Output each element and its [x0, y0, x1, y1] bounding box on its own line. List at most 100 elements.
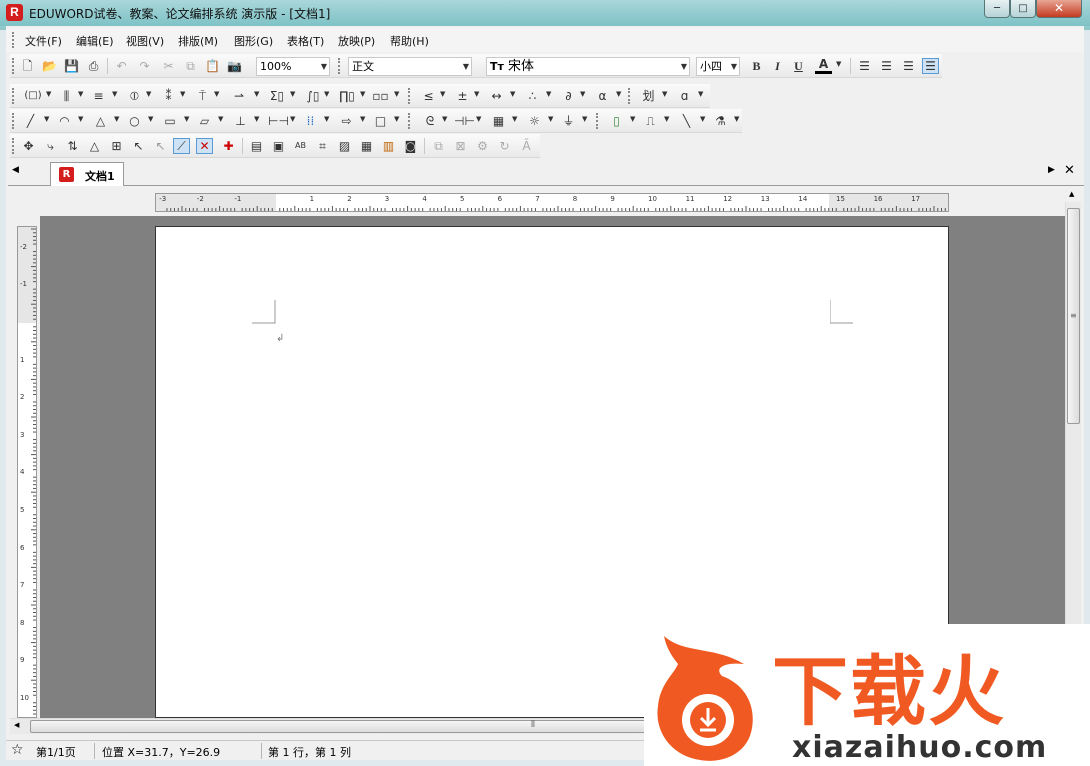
open-folder-icon[interactable]: 📂: [41, 58, 58, 74]
rod-tool-icon[interactable]: ╲: [678, 113, 695, 129]
menu-view[interactable]: 视图(V): [126, 33, 164, 49]
scroll-up-icon[interactable]: ▲: [1069, 190, 1074, 198]
grid-tool-icon[interactable]: ⁞⁞: [302, 113, 319, 129]
chevron-down-icon[interactable]: ▼: [664, 115, 669, 123]
insert-frame-icon[interactable]: ▣: [270, 138, 287, 154]
chevron-down-icon[interactable]: ▼: [146, 90, 151, 98]
menu-graphics[interactable]: 图形(G): [234, 33, 273, 49]
beaker-tool-icon[interactable]: ▯: [608, 113, 625, 129]
text-effect-disabled-icon[interactable]: Ā: [518, 138, 535, 154]
group-disabled-icon[interactable]: ⧉: [430, 138, 447, 154]
align-center-icon[interactable]: ☰: [878, 58, 895, 74]
menubar-grip[interactable]: [12, 32, 16, 48]
align-justify-icon[interactable]: ☰: [922, 58, 939, 74]
vertical-scroll-thumb[interactable]: ≡: [1067, 208, 1080, 424]
calculus-symbols-icon[interactable]: ∂: [560, 88, 577, 104]
ground-tool-icon[interactable]: ⏚: [560, 113, 577, 129]
font-size-select[interactable]: 小四 ▼: [696, 57, 740, 76]
alpha-symbol-icon[interactable]: ɑ: [676, 88, 693, 104]
chevron-down-icon[interactable]: ▼: [214, 90, 219, 98]
toolbar-grip[interactable]: [12, 88, 16, 104]
greek-symbols-icon[interactable]: α: [594, 88, 611, 104]
toolbar-grip[interactable]: [12, 138, 16, 154]
cuboid-tool-icon[interactable]: ▱: [196, 113, 213, 129]
spring-tool-icon[interactable]: ᘓ: [420, 113, 440, 129]
chevron-down-icon[interactable]: ▼: [836, 60, 841, 68]
summation-template-icon[interactable]: Σ▯: [266, 88, 288, 104]
select-group-icon[interactable]: ⊞: [108, 138, 125, 154]
chevron-down-icon[interactable]: ▼: [630, 115, 635, 123]
block-arrow-tool-icon[interactable]: ⇨: [338, 113, 355, 129]
operator-symbols-icon[interactable]: ±: [454, 88, 471, 104]
arrow-template-icon[interactable]: ⇀: [228, 88, 250, 104]
axes-tool-icon[interactable]: ⊥: [232, 113, 249, 129]
paragraph-style-select[interactable]: 正文 ▼: [348, 57, 472, 76]
new-document-icon[interactable]: 🗋: [19, 58, 36, 74]
menu-slideshow[interactable]: 放映(P): [338, 33, 375, 49]
chevron-down-icon[interactable]: ▼: [254, 90, 259, 98]
toolbar-grip[interactable]: [12, 113, 16, 129]
select-vertical-icon[interactable]: ⇅: [64, 138, 81, 154]
integral-template-icon[interactable]: ∫▯: [302, 88, 324, 104]
frame-tool-icon[interactable]: □: [372, 113, 389, 129]
rotate-disabled-icon[interactable]: ↻: [496, 138, 513, 154]
capacitor-tool-icon[interactable]: ⊣⊢: [454, 113, 475, 129]
chevron-down-icon[interactable]: ▼: [44, 115, 49, 123]
scroll-left-icon[interactable]: ◀: [14, 721, 19, 729]
chevron-down-icon[interactable]: ▼: [512, 115, 517, 123]
redo-icon[interactable]: ↷: [136, 58, 153, 74]
chevron-down-icon[interactable]: ▼: [254, 115, 259, 123]
chevron-down-icon[interactable]: ▼: [474, 90, 479, 98]
chevron-down-icon[interactable]: ▼: [112, 90, 117, 98]
pointer-disabled-icon[interactable]: ↖: [152, 138, 169, 154]
chevron-down-icon[interactable]: ▼: [46, 90, 51, 98]
chevron-down-icon[interactable]: ▼: [698, 90, 703, 98]
horizontal-ruler[interactable]: -3 -2 -1 1 2 3 4 5 6 7 8 9 10 11 12 13 14 15 16 17: [155, 193, 949, 212]
chevron-down-icon[interactable]: ▼: [290, 115, 295, 123]
stand-tool-icon[interactable]: ⚗: [712, 113, 729, 129]
chevron-down-icon[interactable]: ▼: [616, 90, 621, 98]
menu-help[interactable]: 帮助(H): [390, 33, 429, 49]
toolbar-grip[interactable]: [408, 113, 412, 129]
tab-scroll-left-icon[interactable]: ◀: [12, 165, 19, 175]
logic-symbols-icon[interactable]: ∴: [524, 88, 541, 104]
bold-button[interactable]: B: [748, 58, 765, 74]
chevron-down-icon[interactable]: ▼: [114, 115, 119, 123]
overline-template-icon[interactable]: ≡: [90, 88, 107, 104]
insert-library-icon[interactable]: ▥: [380, 138, 397, 154]
menu-table[interactable]: 表格(T): [287, 33, 324, 49]
tab-scroll-right-icon[interactable]: ▶: [1048, 165, 1055, 175]
font-family-select[interactable]: Tт 宋体 ▼: [486, 57, 690, 76]
paste-icon[interactable]: 📋: [204, 58, 221, 74]
chevron-down-icon[interactable]: ▼: [148, 115, 153, 123]
relation-symbols-icon[interactable]: ≤: [420, 88, 437, 104]
chevron-down-icon[interactable]: ▼: [180, 90, 185, 98]
matrix-template-icon[interactable]: ⦶: [126, 88, 143, 104]
ungroup-disabled-icon[interactable]: ⊠: [452, 138, 469, 154]
chevron-down-icon[interactable]: ▼: [360, 90, 365, 98]
chevron-down-icon[interactable]: ▼: [510, 90, 515, 98]
chevron-down-icon[interactable]: ▼: [324, 90, 329, 98]
chevron-down-icon[interactable]: ▼: [324, 115, 329, 123]
chevron-down-icon[interactable]: ▼: [546, 90, 551, 98]
insert-table-icon[interactable]: ▦: [358, 138, 375, 154]
font-color-button[interactable]: A: [815, 58, 832, 74]
dimension-tool-icon[interactable]: ⊢⊣: [268, 113, 289, 129]
rectangle-tool-icon[interactable]: ▭: [160, 113, 180, 129]
arc-tool-icon[interactable]: ◠: [56, 113, 73, 129]
chevron-down-icon[interactable]: ▼: [78, 115, 83, 123]
arrow-symbols-icon[interactable]: ↔: [488, 88, 505, 104]
chevron-down-icon[interactable]: ▼: [548, 115, 553, 123]
menu-edit[interactable]: 编辑(E): [76, 33, 114, 49]
app-logo-icon[interactable]: R: [6, 4, 23, 21]
menu-layout[interactable]: 排版(M): [178, 33, 218, 49]
zoom-select[interactable]: 100% ▼: [256, 57, 330, 76]
undo-icon[interactable]: ↶: [113, 58, 130, 74]
chevron-down-icon[interactable]: ▼: [476, 115, 481, 123]
chevron-down-icon[interactable]: ▼: [290, 90, 295, 98]
insert-textbox-icon[interactable]: ▤: [248, 138, 265, 154]
chevron-down-icon[interactable]: ▼: [734, 115, 739, 123]
underline-button[interactable]: U: [790, 58, 807, 74]
minimize-button[interactable]: ─: [984, 0, 1010, 18]
toolbar-grip[interactable]: [628, 88, 632, 104]
